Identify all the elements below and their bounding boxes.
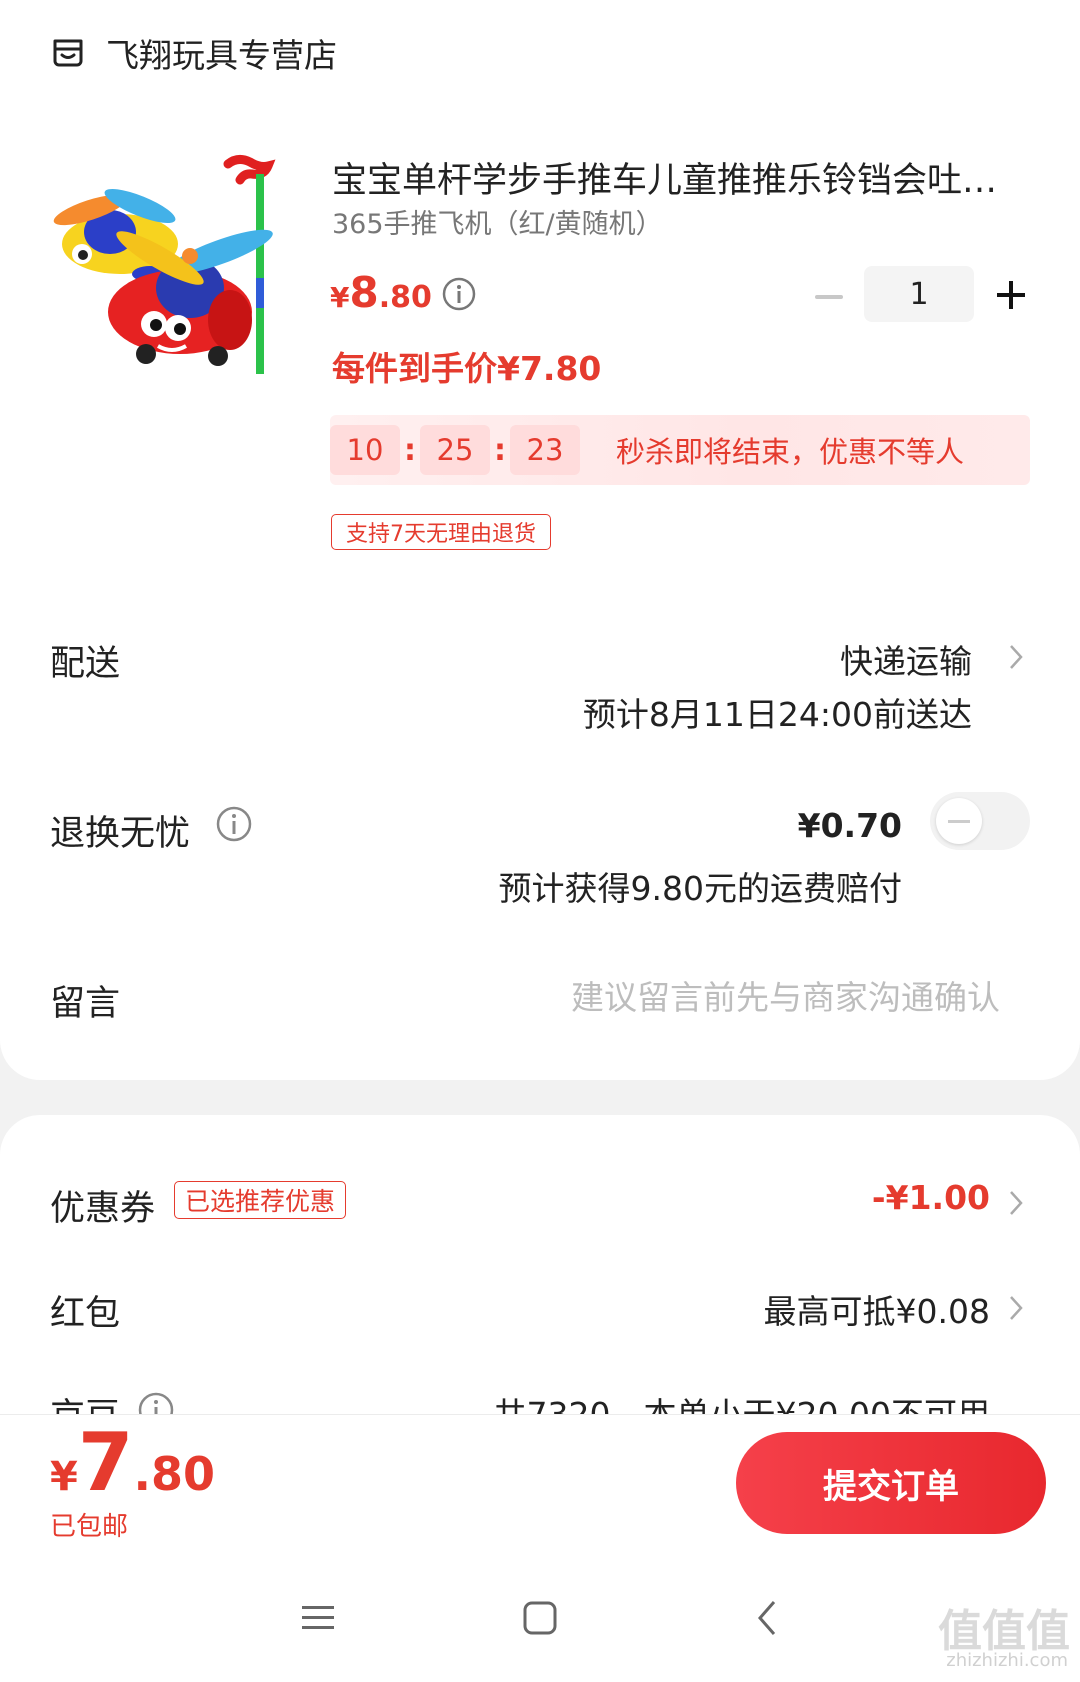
info-icon[interactable]	[216, 806, 252, 842]
product-image[interactable]	[50, 152, 290, 402]
countdown-seconds: 23	[510, 425, 580, 475]
chevron-right-icon[interactable]	[1006, 642, 1026, 672]
quantity-field[interactable]: 1	[864, 266, 974, 322]
return-insurance-description: 预计获得9.80元的运费赔付	[498, 869, 902, 908]
total-symbol: ¥	[50, 1454, 78, 1500]
store-icon	[53, 39, 83, 67]
return-insurance-toggle[interactable]	[930, 792, 1030, 850]
unit-final-price: 每件到手价¥7.80	[332, 349, 602, 388]
flash-sale-banner: 10 : 25 : 23 秒杀即将结束，优惠不等人	[330, 415, 1030, 485]
order-total: ¥ 7 .80	[50, 1418, 215, 1508]
store-header[interactable]: 飞翔玩具专营店	[50, 30, 337, 76]
delivery-estimate: 预计8月11日24:00前送达	[582, 695, 972, 734]
return-insurance-label: 退换无忧	[50, 814, 191, 854]
message-input[interactable]	[460, 972, 1000, 1022]
red-packet-label: 红包	[50, 1294, 121, 1334]
price-integer: 8	[349, 268, 379, 317]
quantity-increase-button[interactable]	[994, 278, 1028, 312]
delivery-label: 配送	[50, 644, 121, 684]
coupon-badge: 已选推荐优惠	[174, 1181, 347, 1219]
flash-sale-message: 秒杀即将结束，优惠不等人	[616, 435, 965, 469]
submit-order-button[interactable]: 提交订单	[736, 1432, 1046, 1534]
red-packet-value[interactable]: 最高可抵¥0.08	[764, 1285, 990, 1333]
product-title[interactable]: 宝宝单杆学步手推车儿童推推乐铃铛会吐…	[332, 152, 1032, 203]
home-icon[interactable]	[516, 1594, 564, 1642]
info-icon[interactable]	[442, 277, 476, 311]
message-label: 留言	[50, 984, 121, 1024]
toggle-knob	[936, 798, 982, 844]
countdown-separator: :	[494, 432, 506, 468]
product-sku[interactable]: 365手推飞机（红/黄随机）	[332, 202, 663, 241]
price-decimal: .80	[378, 280, 432, 315]
total-integer: 7	[77, 1416, 134, 1509]
chevron-right-icon[interactable]	[1006, 1293, 1026, 1323]
return-insurance-price: ¥0.70	[797, 806, 902, 845]
free-shipping-label: 已包邮	[50, 1512, 129, 1542]
delivery-method[interactable]: 快递运输	[840, 635, 972, 683]
countdown-separator: :	[404, 432, 416, 468]
watermark-url: zhizhizhi.com	[946, 1650, 1068, 1671]
countdown-minutes: 25	[420, 425, 490, 475]
store-name: 飞翔玩具专营店	[106, 36, 337, 75]
price-symbol: ¥	[330, 281, 350, 314]
total-decimal: .80	[133, 1447, 216, 1501]
product-price: ¥ 8 .80	[330, 268, 432, 317]
menu-icon[interactable]	[294, 1594, 342, 1642]
countdown-hours: 10	[330, 425, 400, 475]
coupon-label: 优惠券	[50, 1189, 156, 1229]
quantity-decrease-button[interactable]	[812, 280, 846, 314]
system-navigation-bar	[0, 1554, 1080, 1682]
return-policy-badge: 支持7天无理由退货	[331, 514, 551, 550]
coupon-value[interactable]: -¥1.00	[872, 1178, 990, 1217]
back-icon[interactable]	[744, 1594, 792, 1642]
chevron-right-icon[interactable]	[1006, 1188, 1026, 1218]
